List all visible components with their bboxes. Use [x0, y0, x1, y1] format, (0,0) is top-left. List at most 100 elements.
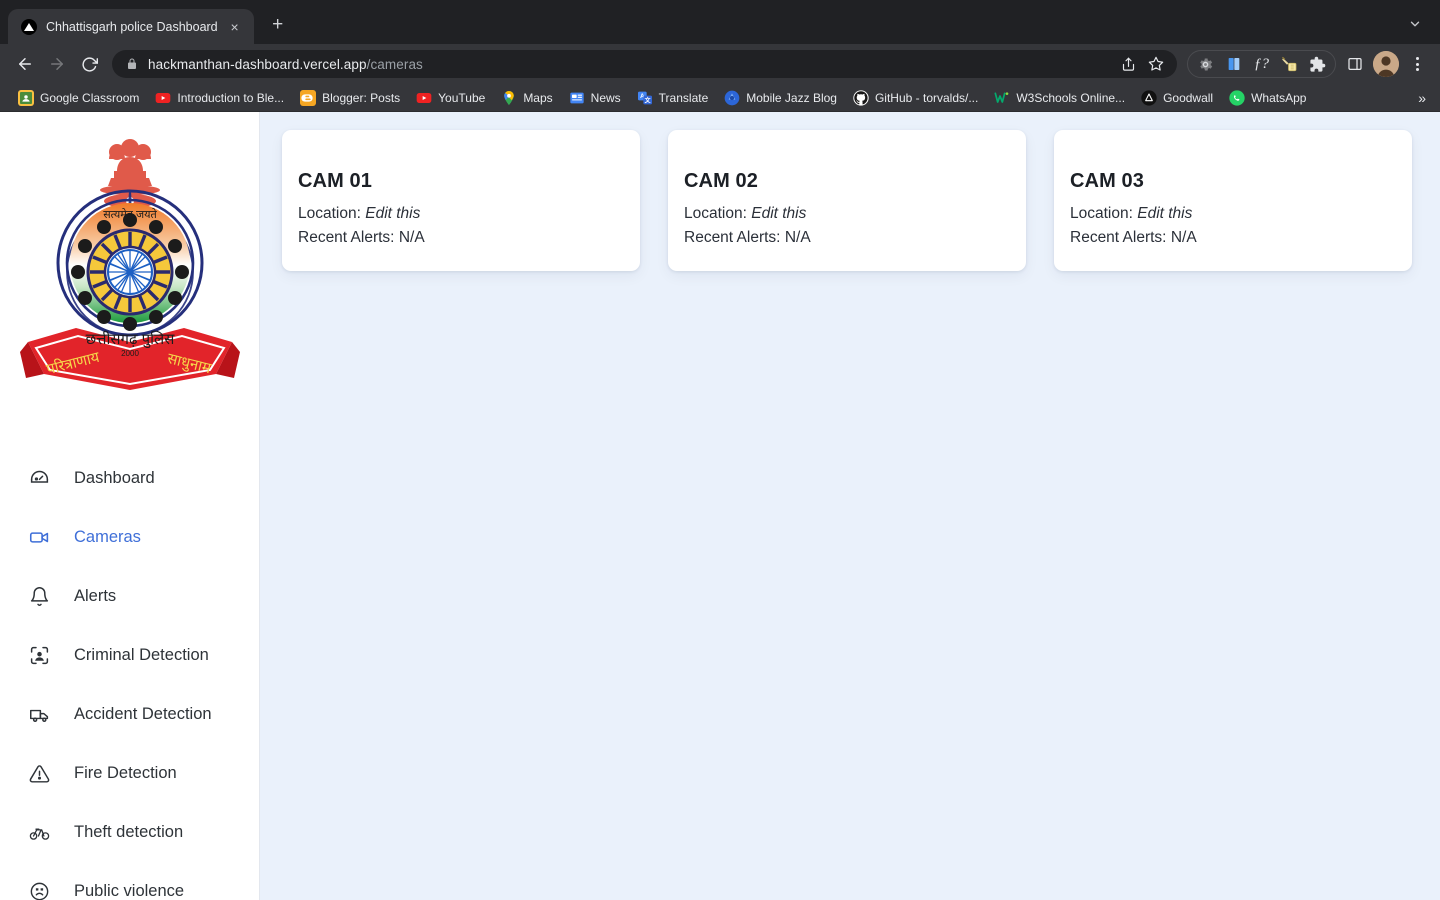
- bookmark-item[interactable]: Introduction to Ble...: [147, 87, 292, 109]
- new-tab-button[interactable]: +: [264, 11, 292, 39]
- alerts-label: Recent Alerts:: [684, 229, 781, 247]
- bookmark-item[interactable]: A文 Translate: [629, 87, 717, 109]
- youtube-icon: [155, 90, 171, 106]
- bookmark-item[interactable]: Maps: [493, 87, 560, 109]
- bookmark-label: Maps: [523, 90, 553, 105]
- alerts-value: N/A: [398, 229, 425, 247]
- extensions-puzzle-icon[interactable]: [1304, 51, 1331, 78]
- extensions-group: ƒ?: [1187, 50, 1336, 78]
- blogger-icon: [300, 89, 317, 106]
- function-extension-icon[interactable]: ƒ?: [1248, 51, 1275, 78]
- lock-icon: [126, 58, 139, 70]
- gear-extension-icon[interactable]: [1192, 51, 1219, 78]
- camera-location-line: Location: Edit this: [684, 202, 1026, 226]
- avatar[interactable]: [1373, 51, 1399, 77]
- sidebar-item-label: Accident Detection: [74, 704, 212, 723]
- tab-search-button[interactable]: [1402, 11, 1428, 37]
- goodwall-icon: [1141, 89, 1157, 106]
- three-dots-menu-icon[interactable]: [1404, 51, 1430, 77]
- camera-alerts-line: Recent Alerts: N/A: [298, 226, 640, 250]
- share-icon[interactable]: [1115, 51, 1141, 77]
- github-icon: [853, 89, 869, 106]
- camera-card[interactable]: CAM 01 Location: Edit this Recent Alerts…: [282, 130, 640, 271]
- camera-card-list: CAM 01 Location: Edit this Recent Alerts…: [282, 130, 1416, 271]
- bookmark-label: WhatsApp: [1251, 90, 1307, 105]
- chhattisgarh-police-emblem-icon: सत्यमेव जयते परित्राणाय साधुनाम छत्तीसगढ…: [19, 139, 240, 390]
- book-extension-icon[interactable]: [1220, 51, 1247, 78]
- w3schools-icon: [994, 90, 1010, 106]
- maps-pin-icon: [501, 90, 517, 106]
- close-icon[interactable]: ×: [227, 20, 243, 34]
- star-icon[interactable]: [1143, 51, 1169, 77]
- sidebar-item-theft-detection[interactable]: Theft detection: [0, 810, 259, 854]
- location-value[interactable]: Edit this: [1137, 205, 1192, 222]
- bookmark-label: Mobile Jazz Blog: [746, 90, 837, 105]
- bookmark-label: News: [590, 90, 621, 105]
- url-host: hackmanthan-dashboard.vercel.app: [148, 56, 367, 72]
- sidebar-item-alerts[interactable]: Alerts: [0, 574, 259, 618]
- address-bar[interactable]: hackmanthan-dashboard.vercel.app/cameras: [112, 50, 1177, 78]
- forward-button[interactable]: [42, 49, 72, 79]
- sidebar-item-label: Fire Detection: [74, 763, 177, 782]
- browser-toolbar: hackmanthan-dashboard.vercel.app/cameras…: [0, 44, 1440, 84]
- sidebar-item-public-violence[interactable]: Public violence: [0, 869, 259, 900]
- browser-tab[interactable]: Chhattisgarh police Dashboard ×: [8, 9, 254, 45]
- bookmark-label: GitHub - torvalds/...: [874, 90, 979, 105]
- gauge-icon: [28, 467, 50, 489]
- bookmark-item[interactable]: Blogger: Posts: [292, 87, 408, 109]
- bookmark-item[interactable]: Google Classroom: [10, 87, 147, 109]
- url-text: hackmanthan-dashboard.vercel.app/cameras: [148, 57, 423, 72]
- sidebar-item-label: Criminal Detection: [74, 645, 209, 664]
- location-label: Location:: [684, 205, 747, 222]
- camera-location-line: Location: Edit this: [1070, 202, 1412, 226]
- emblem-band-text: छत्तीसगढ़ पुलिस: [85, 330, 175, 349]
- location-label: Location:: [298, 205, 361, 222]
- bookmark-item[interactable]: Mobile Jazz Blog: [716, 87, 845, 109]
- camera-alerts-line: Recent Alerts: N/A: [684, 226, 1026, 250]
- bookmark-item[interactable]: WhatsApp: [1221, 87, 1314, 109]
- camera-card[interactable]: CAM 03 Location: Edit this Recent Alerts…: [1054, 130, 1412, 271]
- bookmark-label: Introduction to Ble...: [177, 90, 285, 105]
- sidebar-item-fire-detection[interactable]: Fire Detection: [0, 751, 259, 795]
- camera-title: CAM 02: [684, 170, 758, 192]
- bicycle-icon: [28, 821, 50, 843]
- honey-extension-icon[interactable]: [1276, 51, 1303, 78]
- vercel-triangle-icon: [21, 19, 37, 35]
- sidebar-item-cameras[interactable]: Cameras: [0, 515, 259, 559]
- page-viewport: सत्यमेव जयते परित्राणाय साधुनाम छत्तीसगढ…: [0, 112, 1440, 900]
- bookmark-item[interactable]: News: [561, 87, 629, 109]
- sidebar: सत्यमेव जयते परित्राणाय साधुनाम छत्तीसगढ…: [0, 112, 260, 900]
- camera-location-line: Location: Edit this: [298, 202, 640, 226]
- bookmarks-overflow-button[interactable]: »: [1412, 88, 1432, 108]
- sidebar-nav: Dashboard Cameras Alerts Criminal Detect…: [0, 456, 259, 900]
- back-button[interactable]: [10, 49, 40, 79]
- youtube-icon: [416, 90, 432, 106]
- reload-button[interactable]: [74, 49, 104, 79]
- camera-card[interactable]: CAM 02 Location: Edit this Recent Alerts…: [668, 130, 1026, 271]
- bookmark-item[interactable]: GitHub - torvalds/...: [845, 87, 986, 109]
- alerts-label: Recent Alerts:: [298, 229, 395, 247]
- side-panel-icon[interactable]: [1341, 51, 1368, 78]
- tab-title: Chhattisgarh police Dashboard: [46, 20, 218, 34]
- sidebar-item-label: Dashboard: [74, 468, 155, 487]
- whatsapp-icon: [1229, 89, 1245, 106]
- location-value[interactable]: Edit this: [751, 205, 806, 222]
- sidebar-item-dashboard[interactable]: Dashboard: [0, 456, 259, 500]
- warning-triangle-icon: [28, 762, 50, 784]
- google-news-icon: [569, 90, 585, 106]
- bookmark-item[interactable]: Goodwall: [1133, 87, 1221, 109]
- sidebar-item-label: Cameras: [74, 527, 141, 546]
- sidebar-item-accident-detection[interactable]: Accident Detection: [0, 692, 259, 736]
- bookmark-label: Goodwall: [1163, 90, 1214, 105]
- bookmark-label: Blogger: Posts: [322, 90, 401, 105]
- bookmark-item[interactable]: YouTube: [408, 87, 493, 109]
- chevron-down-icon: [1410, 21, 1420, 27]
- classroom-icon: [18, 89, 34, 106]
- sidebar-item-criminal-detection[interactable]: Criminal Detection: [0, 633, 259, 677]
- bookmark-item[interactable]: W3Schools Online...: [986, 87, 1133, 109]
- video-camera-icon: [28, 526, 50, 548]
- location-value[interactable]: Edit this: [365, 205, 420, 222]
- camera-alerts-line: Recent Alerts: N/A: [1070, 226, 1412, 250]
- face-scan-icon: [28, 644, 50, 666]
- emblem-year: 2000: [121, 349, 139, 358]
